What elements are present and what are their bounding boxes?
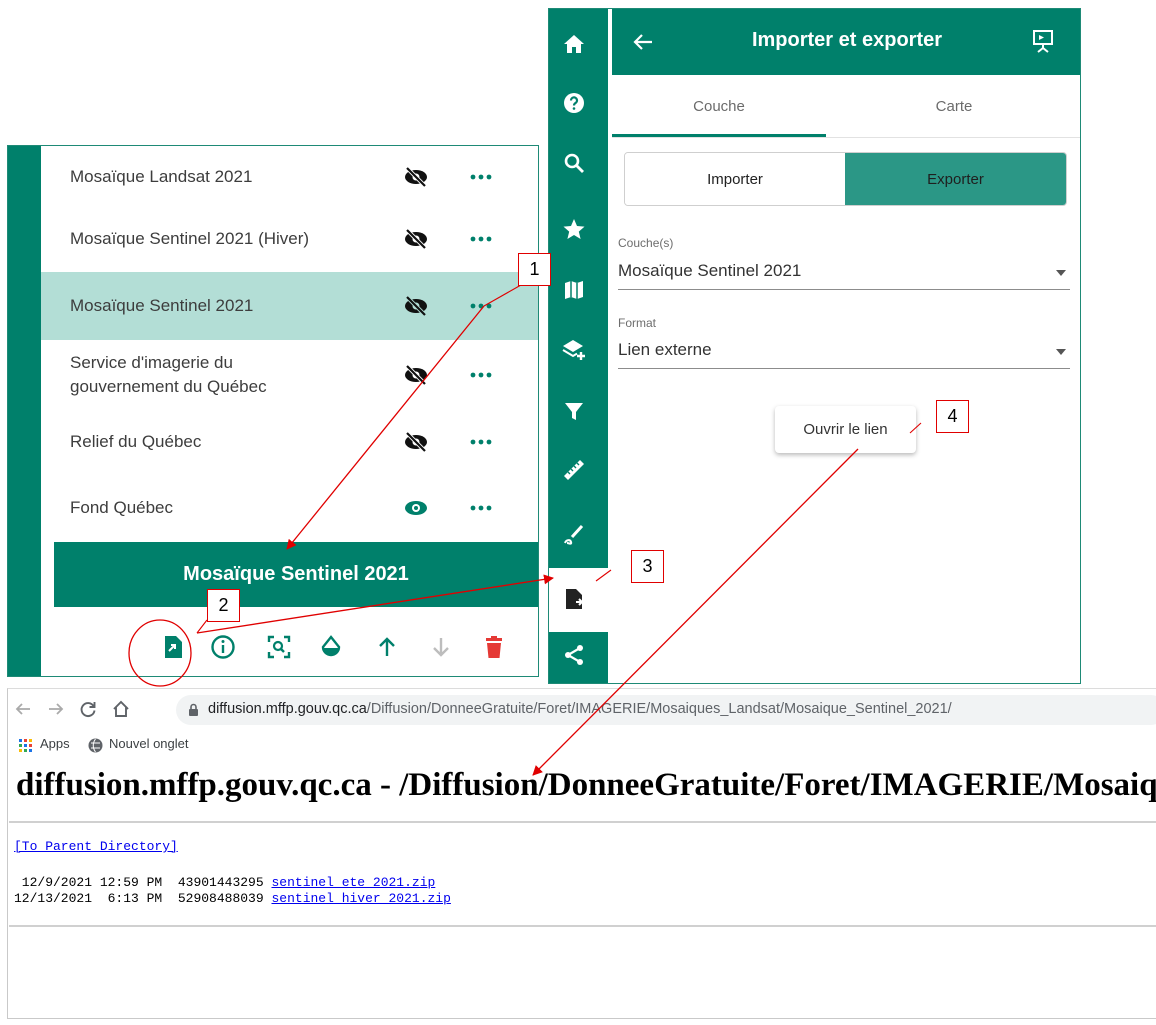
import-export-toggle: Importer Exporter (624, 152, 1067, 206)
callout-4: 4 (936, 400, 969, 433)
callout-2: 2 (207, 589, 240, 622)
home-icon[interactable] (111, 699, 131, 719)
bookmark-apps[interactable]: Apps (40, 736, 70, 751)
layers-select[interactable]: Mosaïque Sentinel 2021 (618, 261, 801, 281)
parent-directory-link-text[interactable]: [To Parent Directory] (14, 839, 178, 854)
chevron-down-icon[interactable] (1056, 349, 1066, 355)
tab-divider (612, 137, 1080, 138)
file-row: 12/13/2021 6:13 PM 52908488039 sentinel_… (14, 891, 451, 906)
chevron-down-icon[interactable] (1056, 270, 1066, 276)
layer-row[interactable]: Mosaïque Landsat 2021 (41, 146, 538, 208)
layer-name: Relief du Québec (70, 432, 202, 451)
url-host: diffusion.mffp.gouv.qc.ca (208, 701, 367, 717)
share-icon[interactable] (562, 643, 586, 667)
parent-directory-link[interactable]: [To Parent Directory] (14, 839, 178, 854)
callout-3: 3 (631, 550, 664, 583)
ruler-icon[interactable] (562, 458, 586, 482)
zoom-to-layer-icon[interactable] (266, 634, 292, 660)
eye-icon[interactable] (403, 498, 429, 518)
eye-off-icon[interactable] (403, 365, 429, 385)
filter-icon[interactable] (562, 399, 586, 423)
selected-layer-title: Mosaïque Sentinel 2021 (54, 542, 538, 607)
layer-panel-side-stripe (8, 146, 41, 676)
presentation-icon[interactable] (1032, 29, 1054, 53)
layer-name: Fond Québec (70, 498, 174, 517)
forward-icon[interactable] (46, 699, 66, 719)
layer-row[interactable]: Service d'imagerie du gouvernement du Qu… (41, 342, 538, 408)
more-options-icon[interactable] (469, 439, 493, 445)
file-link[interactable]: sentinel_ete_2021.zip (271, 875, 435, 890)
bookmark-new-tab[interactable]: Nouvel onglet (109, 736, 189, 751)
page-heading: diffusion.mffp.gouv.qc.ca - /Diffusion/D… (16, 767, 1156, 803)
map-icon[interactable] (562, 278, 586, 302)
field-underline (618, 289, 1070, 290)
layer-row[interactable]: Mosaïque Sentinel 2021 (Hiver) (41, 208, 538, 270)
file-row: 12/9/2021 12:59 PM 43901443295 sentinel_… (14, 875, 436, 890)
more-options-icon[interactable] (469, 372, 493, 378)
panel-title: Importer et exporter (751, 29, 943, 51)
layer-name: Mosaïque Sentinel 2021 (Hiver) (70, 229, 310, 248)
divider (9, 925, 1156, 927)
format-select[interactable]: Lien externe (618, 340, 712, 360)
star-icon[interactable] (562, 217, 586, 241)
more-options-icon[interactable] (469, 303, 493, 309)
side-navigation-rail (549, 9, 608, 683)
opacity-icon[interactable] (318, 634, 344, 660)
draw-icon[interactable] (562, 522, 586, 546)
browser-window: diffusion.mffp.gouv.qc.ca/Diffusion/Donn… (7, 688, 1156, 1019)
panel-header: Importer et exporter (612, 9, 1080, 75)
file-size: 43901443295 (177, 875, 264, 890)
layer-name: Service d'imagerie du gouvernement du Qu… (70, 353, 267, 396)
layer-row-selected[interactable]: Mosaïque Sentinel 2021 (41, 272, 538, 340)
tab-carte[interactable]: Carte (826, 75, 1080, 137)
open-link-button[interactable]: Ouvrir le lien (775, 406, 916, 453)
layer-row[interactable]: Fond Québec (41, 477, 538, 539)
search-icon[interactable] (562, 151, 586, 175)
info-icon[interactable] (210, 634, 236, 660)
file-size: 52908488039 (177, 891, 264, 906)
export-toggle-button[interactable]: Exporter (845, 153, 1066, 205)
more-options-icon[interactable] (469, 505, 493, 511)
file-datetime: 12/13/2021 6:13 PM (14, 891, 163, 906)
arrow-up-icon[interactable] (374, 634, 400, 660)
url-path: /Diffusion/DonneeGratuite/Foret/IMAGERIE… (366, 701, 952, 717)
apps-grid-icon[interactable] (19, 739, 32, 752)
url-text: diffusion.mffp.gouv.qc.ca/Diffusion/Donn… (208, 701, 952, 717)
import-export-icon[interactable] (562, 587, 586, 611)
back-icon[interactable] (13, 699, 33, 719)
format-field-label: Format (618, 316, 657, 330)
divider (9, 821, 1156, 823)
layer-name: Mosaïque Sentinel 2021 (70, 296, 254, 315)
layer-row[interactable]: Relief du Québec (41, 411, 538, 473)
add-layer-icon[interactable] (562, 338, 586, 362)
address-bar[interactable]: diffusion.mffp.gouv.qc.ca/Diffusion/Donn… (176, 695, 1156, 725)
globe-icon (88, 738, 103, 753)
layers-field-label: Couche(s) (618, 236, 674, 250)
tab-couche[interactable]: Couche (612, 75, 826, 137)
callout-1: 1 (518, 253, 551, 286)
layer-name: Mosaïque Landsat 2021 (70, 167, 253, 186)
more-options-icon[interactable] (469, 236, 493, 242)
field-underline (618, 368, 1070, 369)
import-toggle-button[interactable]: Importer (625, 153, 845, 205)
file-datetime: 12/9/2021 12:59 PM (14, 875, 163, 890)
eye-off-icon[interactable] (403, 167, 429, 187)
more-options-icon[interactable] (469, 174, 493, 180)
trash-icon[interactable] (481, 634, 507, 660)
bookmarks-bar: Apps Nouvel onglet (8, 731, 1156, 759)
reload-icon[interactable] (78, 699, 98, 719)
layer-list-panel: Mosaïque Landsat 2021 Mosaïque Sentinel … (7, 145, 539, 677)
arrow-down-icon (433, 638, 449, 657)
eye-off-icon[interactable] (403, 296, 429, 316)
help-icon[interactable] (562, 91, 586, 115)
home-icon[interactable] (562, 32, 586, 56)
export-file-icon[interactable] (160, 634, 186, 660)
file-link[interactable]: sentinel_hiver_2021.zip (271, 891, 450, 906)
eye-off-icon[interactable] (403, 229, 429, 249)
import-export-panel: Importer et exporter Couche Carte Import… (548, 8, 1081, 684)
eye-off-icon[interactable] (403, 432, 429, 452)
lock-icon (189, 703, 198, 716)
